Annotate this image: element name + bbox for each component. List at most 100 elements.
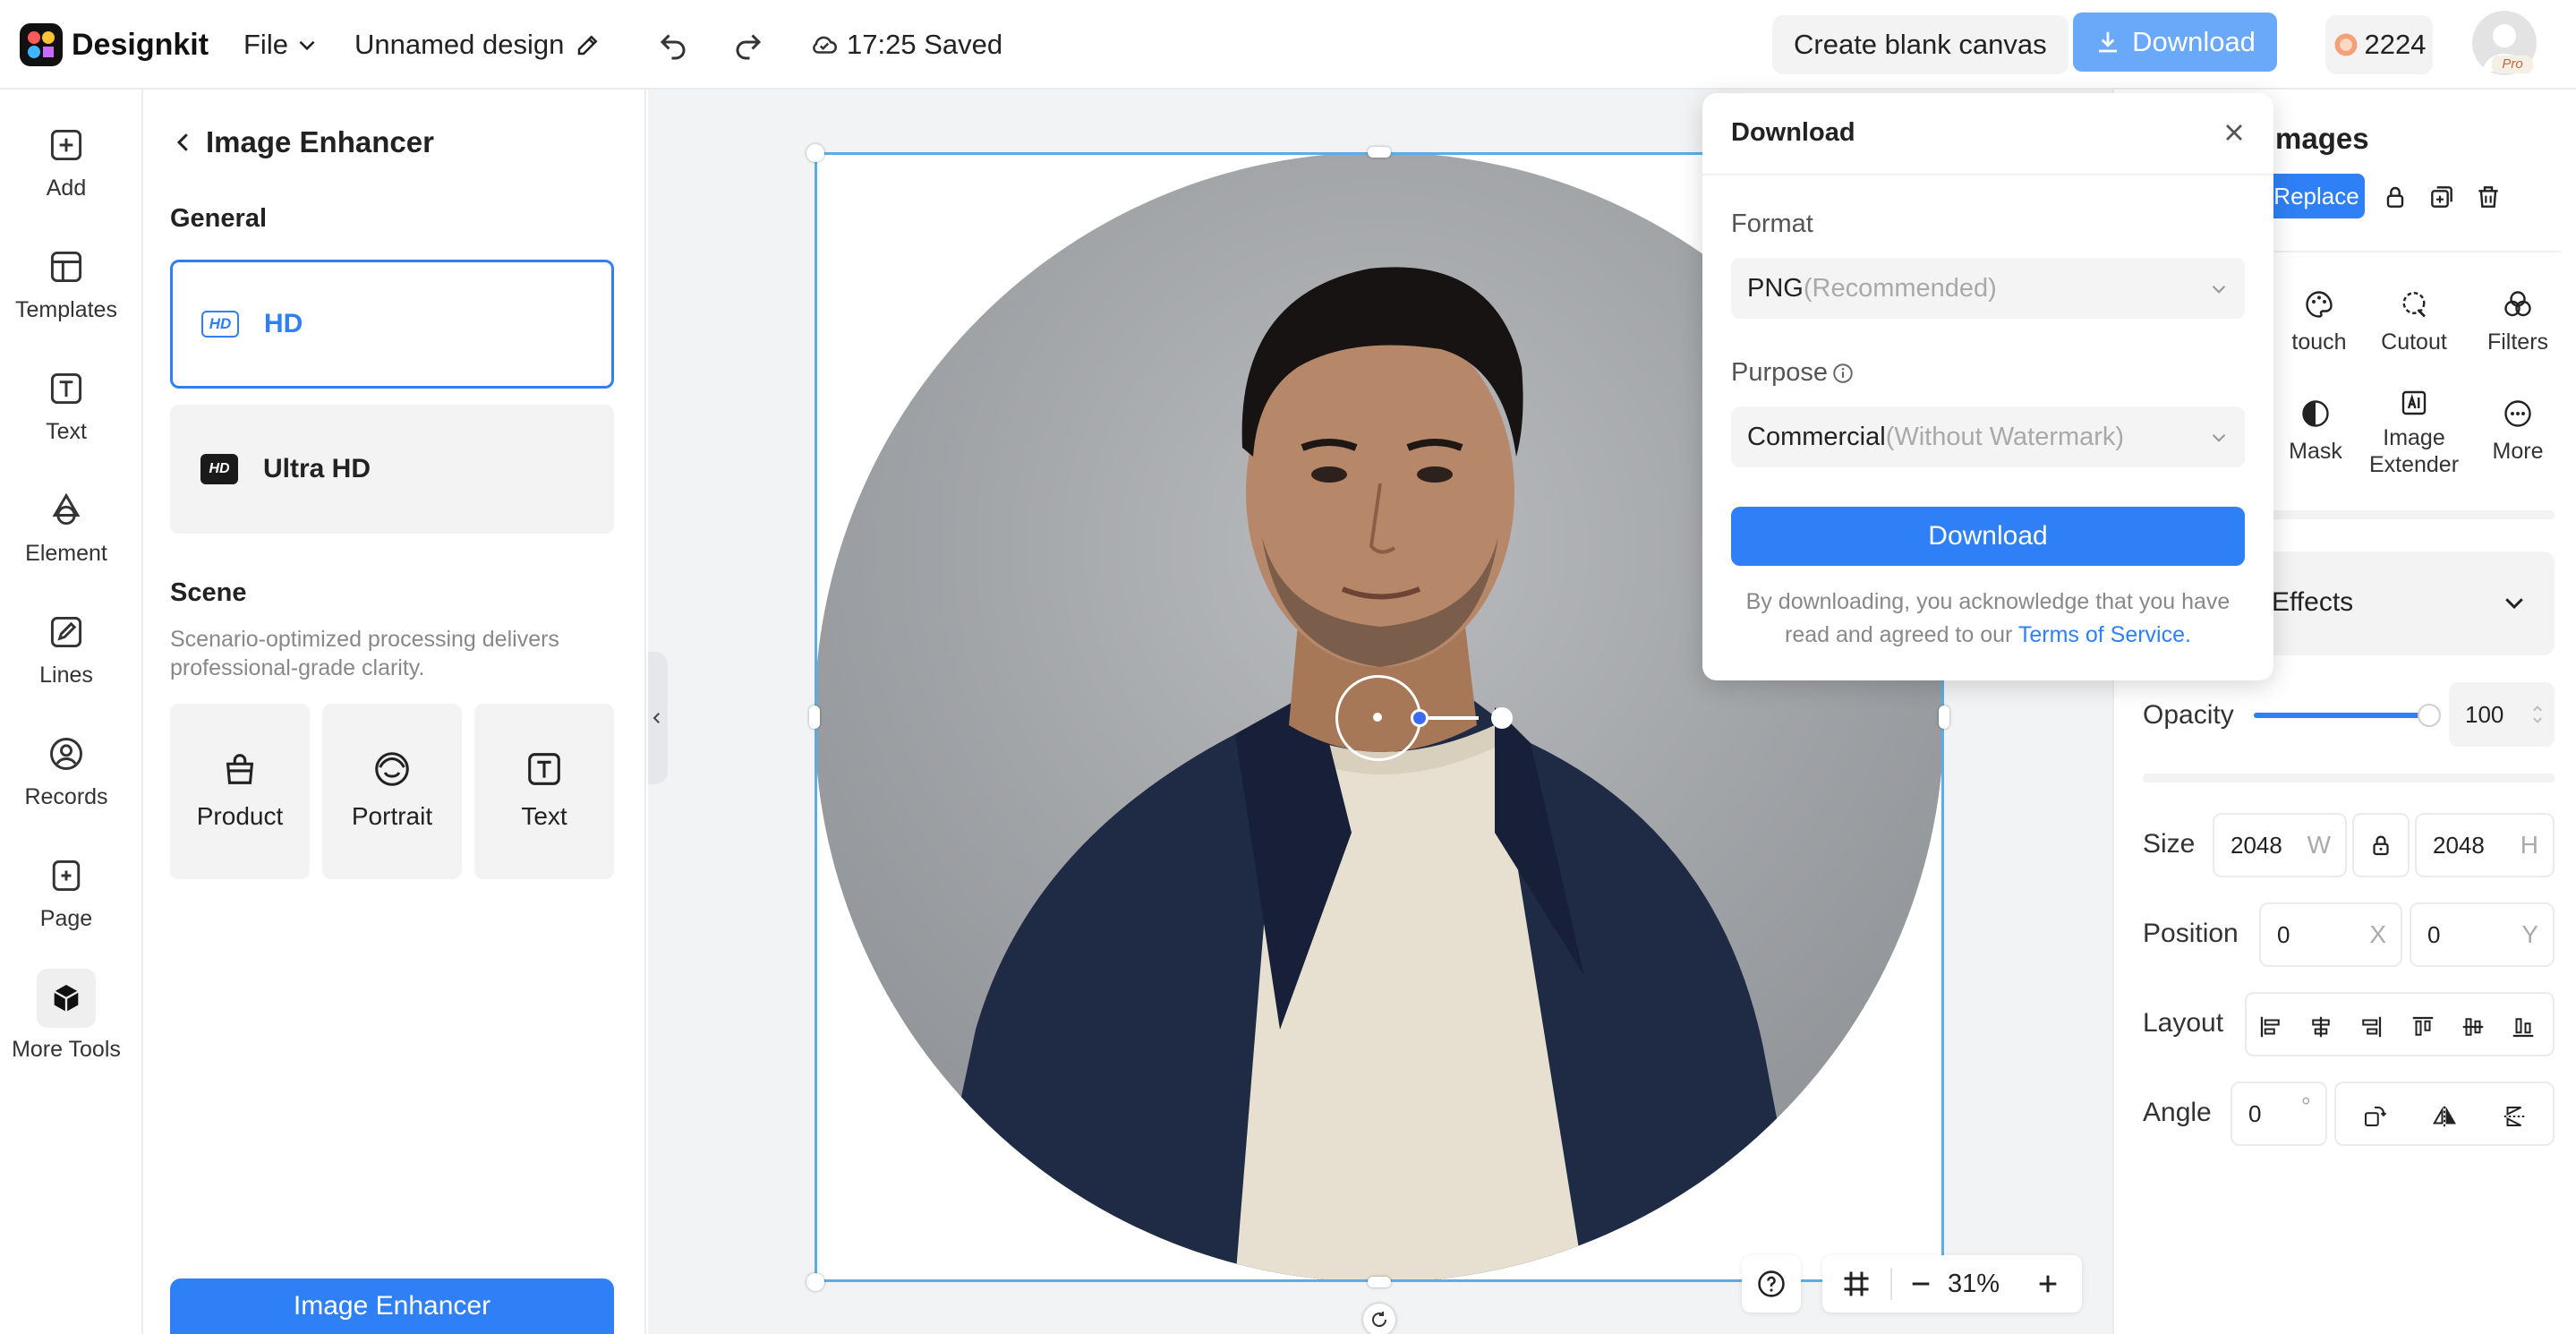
create-blank-canvas-button[interactable]: Create blank canvas [1772, 15, 2068, 74]
tool-image-extender[interactable]: Image Extender [2356, 387, 2472, 478]
undo-icon [660, 34, 686, 60]
resize-handle[interactable] [1368, 147, 1391, 158]
purpose-label-row: Purpose [1731, 358, 1855, 388]
help-button[interactable] [1742, 1255, 1801, 1313]
mask-icon [2302, 400, 2329, 427]
rail-item-records[interactable]: Records [0, 734, 132, 810]
text-box-icon [528, 753, 560, 785]
app-logo[interactable]: Designkit [20, 0, 209, 90]
file-menu-label: File [243, 29, 288, 60]
resize-handle[interactable] [806, 1273, 824, 1291]
close-icon[interactable] [2220, 118, 2248, 147]
plus-square-icon [50, 129, 82, 161]
position-label: Position [2143, 919, 2239, 948]
zoom-out-icon[interactable] [1906, 1270, 1935, 1298]
rail-item-more-tools[interactable]: More Tools [0, 969, 132, 1063]
stepper-icon[interactable] [2531, 702, 2544, 727]
image-enhancer-button[interactable]: Image Enhancer [170, 1278, 614, 1334]
align-top-icon[interactable] [2410, 1013, 2436, 1040]
align-bottom-icon[interactable] [2510, 1013, 2537, 1040]
align-center-h-icon[interactable] [2307, 1013, 2334, 1040]
radius-line [1421, 716, 1479, 720]
zoom-in-icon[interactable] [2034, 1270, 2062, 1298]
purpose-select[interactable]: Commercial (Without Watermark) [1731, 406, 2245, 467]
size-label: Size [2143, 829, 2196, 859]
position-x-input[interactable]: 0 X [2259, 902, 2402, 967]
aspect-lock-button[interactable] [2352, 813, 2410, 877]
resize-handle[interactable] [1939, 705, 1949, 729]
tool-retouch[interactable]: touch [2279, 288, 2359, 355]
radius-knob[interactable] [1411, 709, 1429, 727]
rail-item-templates[interactable]: Templates [0, 247, 132, 323]
tool-mask[interactable]: Mask [2275, 398, 2356, 465]
rail-label: Lines [39, 663, 93, 688]
resize-handle[interactable] [1368, 1277, 1391, 1287]
format-select[interactable]: PNG (Recommended) [1731, 258, 2245, 319]
option-hd[interactable]: HD HD [170, 260, 614, 389]
redo-button[interactable] [732, 0, 764, 90]
info-icon[interactable] [1831, 362, 1855, 385]
design-name[interactable]: Unnamed design [354, 0, 601, 90]
create-blank-canvas-label: Create blank canvas [1794, 29, 2047, 60]
align-right-icon[interactable] [2358, 1013, 2384, 1040]
flip-horizontal-icon[interactable] [2431, 1103, 2458, 1130]
rail-item-lines[interactable]: Lines [0, 612, 132, 688]
rail-item-text[interactable]: Text [0, 369, 132, 445]
popup-download-button[interactable]: Download [1731, 507, 2245, 566]
help-icon [1758, 1270, 1785, 1297]
lock-icon[interactable] [2381, 183, 2410, 211]
download-button[interactable]: Download [2073, 13, 2277, 72]
designkit-logo-icon [20, 23, 63, 66]
rail-item-add[interactable]: Add [0, 125, 132, 201]
edit-icon[interactable] [575, 31, 601, 58]
grid-icon[interactable] [1840, 1268, 1872, 1300]
rail-item-element[interactable]: Element [0, 491, 132, 567]
opacity-slider[interactable] [2254, 704, 2441, 727]
height-input[interactable]: 2048 H [2415, 813, 2555, 877]
angle-input[interactable]: 0 ° [2231, 1082, 2327, 1146]
terms-of-service-link[interactable]: Terms of Service [2018, 622, 2185, 647]
resize-handle[interactable] [806, 144, 824, 162]
replace-button[interactable]: Replace [2268, 174, 2365, 218]
chevron-down-icon [299, 40, 315, 51]
opacity-value: 100 [2465, 700, 2504, 728]
align-toolbar [2245, 992, 2555, 1056]
undo-button[interactable] [657, 0, 689, 90]
resize-handle[interactable] [809, 705, 820, 729]
cloud-saved-icon [813, 36, 837, 54]
option-hd-label: HD [264, 309, 303, 338]
rail-item-page[interactable]: Page [0, 856, 132, 932]
file-menu[interactable]: File [243, 0, 319, 90]
panel-back[interactable]: Image Enhancer [170, 125, 434, 159]
collapse-panel-button[interactable] [648, 652, 668, 784]
credits-badge[interactable]: 2224 [2325, 15, 2433, 74]
radius-endpoint-handle[interactable] [1491, 707, 1513, 729]
rotate-handle[interactable] [1363, 1304, 1395, 1334]
height-unit: H [2520, 831, 2538, 859]
tool-more[interactable]: More [2460, 398, 2576, 465]
scene-product[interactable]: Product [170, 704, 310, 879]
radius-center-dot [1373, 713, 1382, 722]
option-ultra-hd[interactable]: HD Ultra HD [170, 405, 614, 534]
scene-portrait[interactable]: Portrait [322, 704, 462, 879]
coin-icon [2334, 33, 2358, 56]
tool-filters[interactable]: Filters [2460, 288, 2576, 355]
rail-label: Page [39, 906, 93, 931]
width-input[interactable]: 2048 W [2213, 813, 2347, 877]
opacity-slider-knob[interactable] [2418, 704, 2441, 727]
bag-icon [226, 754, 254, 784]
align-center-v-icon[interactable] [2460, 1013, 2486, 1040]
trash-icon[interactable] [2474, 183, 2503, 211]
rotate-90-icon[interactable] [2361, 1103, 2388, 1130]
scene-text[interactable]: Text [474, 704, 614, 879]
filters-icon [2504, 291, 2531, 317]
align-left-icon[interactable] [2257, 1013, 2284, 1040]
opacity-input[interactable]: 100 [2449, 682, 2555, 747]
position-y-input[interactable]: 0 Y [2410, 902, 2555, 967]
rail-label: Element [25, 541, 107, 566]
flip-vertical-icon[interactable] [2501, 1103, 2528, 1130]
duplicate-icon[interactable] [2427, 183, 2456, 211]
templates-icon [50, 251, 82, 283]
purpose-label: Purpose [1731, 358, 1829, 387]
tool-cutout[interactable]: Cutout [2356, 288, 2472, 355]
